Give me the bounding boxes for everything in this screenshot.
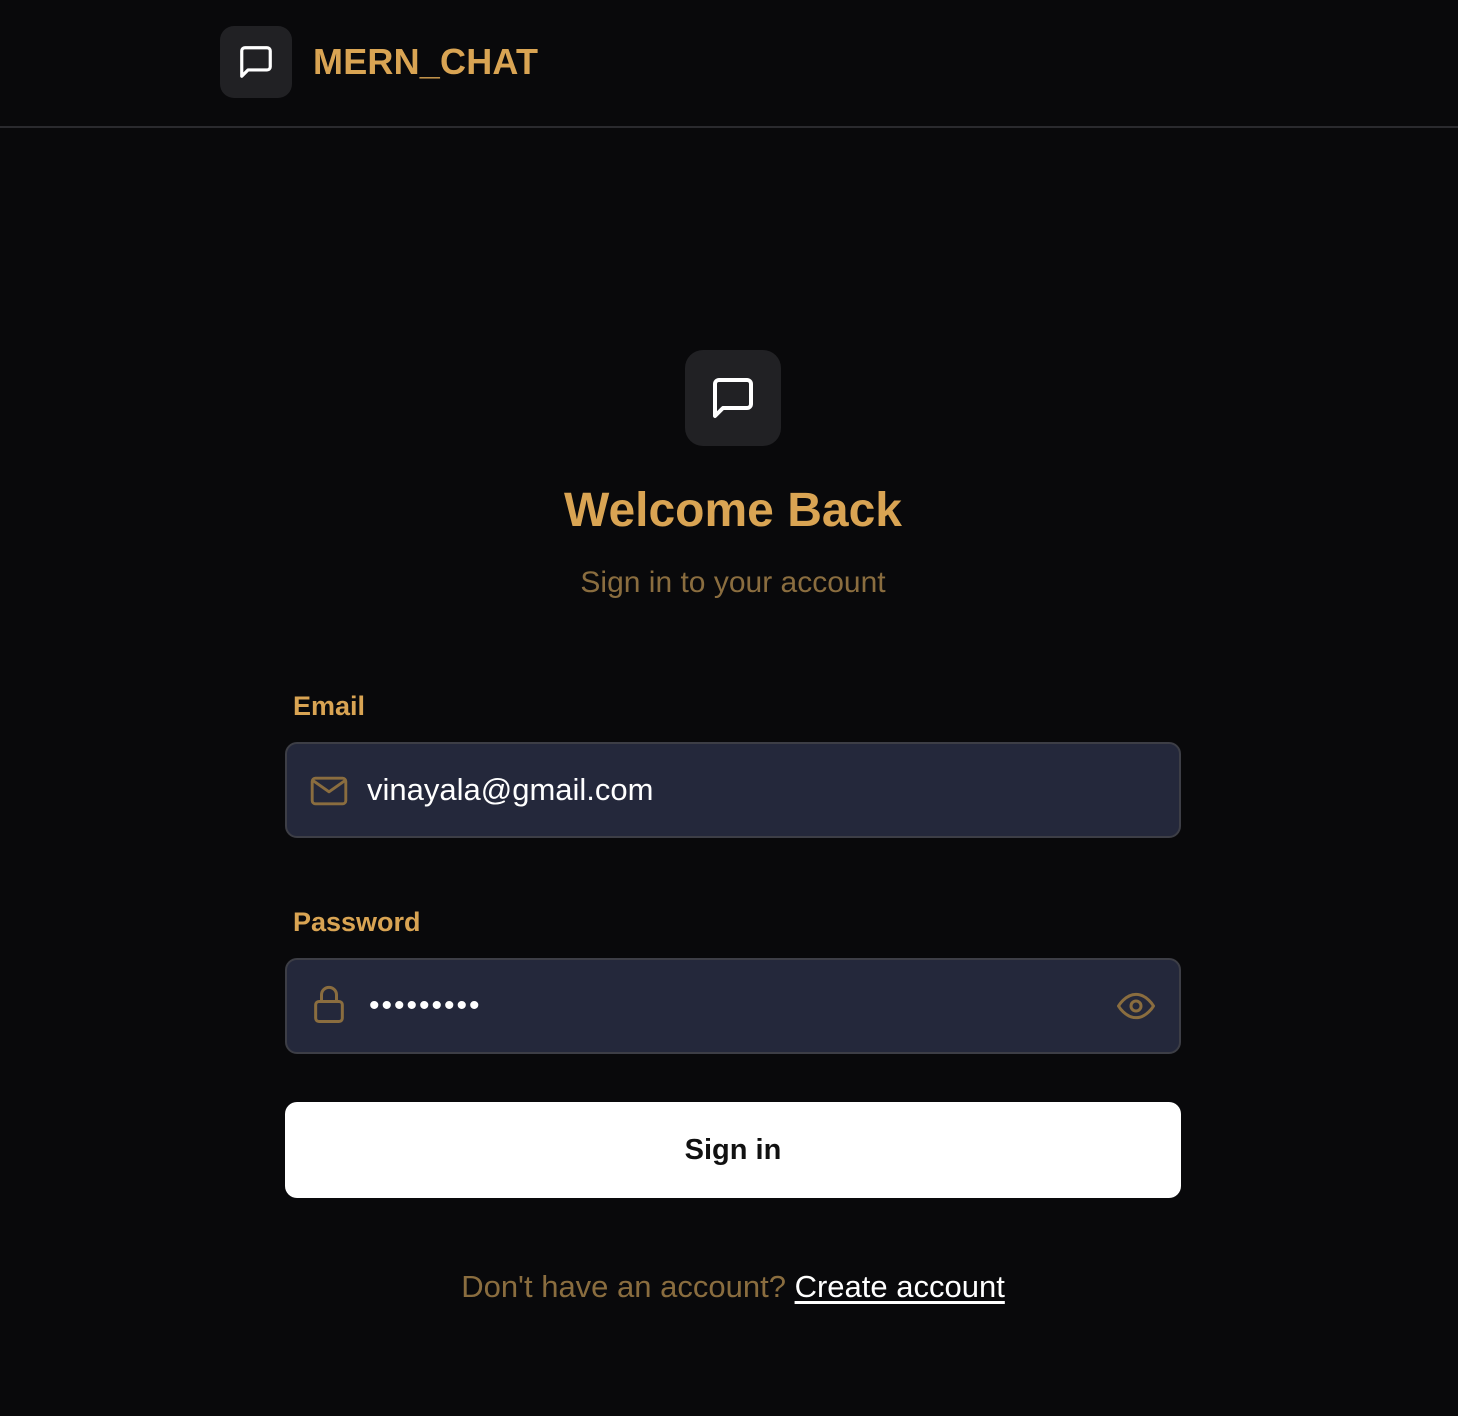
create-account-link[interactable]: Create account xyxy=(795,1269,1005,1304)
chat-bubble-icon xyxy=(713,378,753,418)
sign-in-button[interactable]: Sign in xyxy=(285,1102,1181,1198)
signup-prompt: Don't have an account? Create account xyxy=(0,1268,1458,1306)
hero-icon-box xyxy=(685,350,781,446)
email-label: Email xyxy=(293,691,366,721)
password-label: Password xyxy=(293,907,421,937)
page-title: Welcome Back xyxy=(564,484,902,537)
mail-icon xyxy=(309,773,349,809)
nav-logo[interactable] xyxy=(220,26,292,98)
email-field[interactable] xyxy=(285,742,1181,838)
eye-icon[interactable] xyxy=(1115,988,1157,1024)
page-subtitle: Sign in to your account xyxy=(580,566,886,599)
password-input[interactable]: ••••••••• xyxy=(369,986,482,1026)
navbar: MERN_CHAT xyxy=(0,0,1458,128)
lock-icon xyxy=(309,985,349,1023)
email-input[interactable] xyxy=(367,744,1087,836)
password-field[interactable]: ••••••••• xyxy=(285,958,1181,1054)
app-title[interactable]: MERN_CHAT xyxy=(313,40,538,84)
chat-bubble-icon xyxy=(240,46,272,78)
signup-prompt-text: Don't have an account? xyxy=(461,1269,786,1304)
